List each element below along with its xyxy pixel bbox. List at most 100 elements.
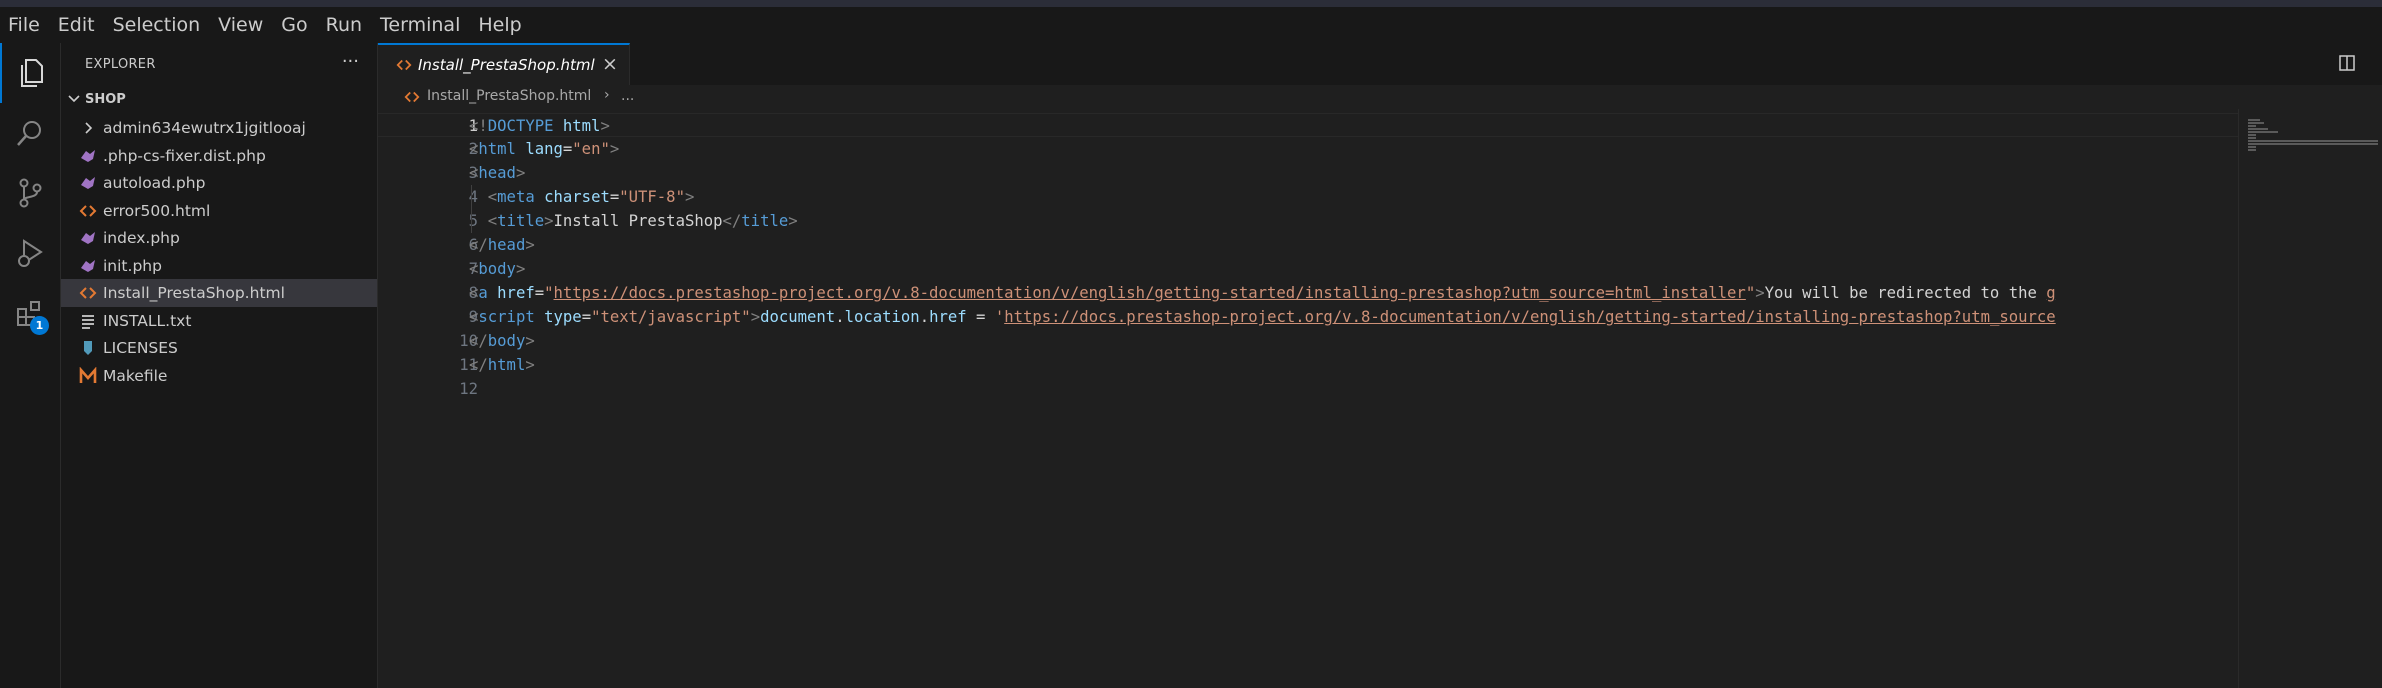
tree-item-admin-folder[interactable]: admin634ewutrx1jgitlooaj [61, 114, 377, 142]
line-number: 12 [459, 380, 478, 398]
code-token: . [835, 308, 845, 326]
code-token: < [469, 164, 479, 182]
extensions-icon[interactable]: 1 [0, 283, 60, 343]
split-editor-icon[interactable] [2338, 54, 2356, 76]
minimap-line [2248, 146, 2256, 148]
tree-item-install-prestashop[interactable]: Install_PrestaShop.html [61, 279, 377, 307]
code-line[interactable]: 4 <meta charset="UTF-8"> [378, 185, 2238, 209]
code-token: < [487, 188, 498, 206]
code-token[interactable]: https://docs.prestashop-project.org/v.8-… [554, 284, 1746, 302]
minimap[interactable] [2238, 109, 2382, 688]
code-line[interactable]: 12 [378, 377, 2238, 401]
html-file-icon [396, 57, 412, 77]
explorer-sidebar: EXPLORER ··· SHOP admin634ewutrx1jgitloo… [61, 43, 378, 688]
menu-view[interactable]: View [209, 7, 272, 43]
code-line[interactable]: 2 <html lang="en"> [378, 137, 2238, 161]
breadcrumb-file[interactable]: Install_PrestaShop.html [427, 88, 591, 104]
tree-item-autoload[interactable]: autoload.php [61, 169, 377, 197]
code-line[interactable]: 3 <head> [378, 161, 2238, 185]
minimap-line [2248, 119, 2260, 121]
code-line[interactable]: 1 <!DOCTYPE html> [378, 113, 2238, 137]
code-editor[interactable]: 1 <!DOCTYPE html> 2 <html lang="en"> 3 <head>… [378, 113, 2238, 688]
code-token[interactable]: g [2046, 284, 2055, 302]
explorer-header: EXPLORER ··· [61, 43, 377, 86]
explorer-icon[interactable] [0, 43, 60, 103]
tree-item-php-cs-fixer[interactable]: .php-cs-fixer.dist.php [61, 142, 377, 170]
tab-bar: Install_PrestaShop.html × [378, 43, 2382, 85]
code-token: "en" [572, 140, 610, 158]
code-line[interactable]: 6 </head> [378, 233, 2238, 257]
tree-item-label: index.php [103, 229, 180, 247]
file-tree: admin634ewutrx1jgitlooaj .php-cs-fixer.d… [61, 114, 377, 389]
tree-item-licenses[interactable]: LICENSES [61, 334, 377, 362]
extensions-badge: 1 [30, 316, 49, 335]
code-token: "text/javascript" [591, 308, 751, 326]
chevron-right-icon [79, 119, 97, 137]
explorer-more-icon[interactable]: ··· [342, 51, 359, 72]
code-token: body [478, 260, 516, 278]
code-text: </head> [469, 233, 535, 257]
makefile-icon [79, 366, 97, 385]
menu-run[interactable]: Run [317, 7, 371, 43]
tree-item-index[interactable]: index.php [61, 224, 377, 252]
tree-item-init[interactable]: init.php [61, 252, 377, 280]
close-icon[interactable]: × [602, 53, 618, 75]
tree-item-label: admin634ewutrx1jgitlooaj [103, 119, 306, 137]
code-token: </ [469, 236, 488, 254]
tab-install-prestashop[interactable]: Install_PrestaShop.html × [378, 43, 630, 85]
code-token: <! [469, 117, 488, 135]
code-token: . [919, 308, 930, 326]
code-token: = [562, 140, 573, 158]
code-token: > [750, 308, 761, 326]
code-text: </html> [469, 353, 535, 377]
code-token: meta [497, 188, 535, 206]
minimap-line [2248, 122, 2264, 124]
tree-item-install-txt[interactable]: INSTALL.txt [61, 307, 377, 335]
line-number: 7 [468, 260, 478, 278]
code-token[interactable]: https://docs.prestashop-project.org/v.8-… [1004, 308, 2055, 326]
line-number: 10 [459, 332, 478, 350]
code-token: You will be redirected to the [1764, 284, 2047, 302]
minimap-line [2248, 128, 2268, 130]
code-line[interactable]: 9 <script type="text/javascript">document… [378, 305, 2238, 329]
menu-file[interactable]: File [0, 7, 49, 43]
tree-item-makefile[interactable]: Makefile [61, 362, 377, 390]
tree-item-error500[interactable]: error500.html [61, 197, 377, 225]
menu-edit[interactable]: Edit [49, 7, 104, 43]
tree-item-label: .php-cs-fixer.dist.php [103, 146, 266, 165]
line-number: 3 [468, 164, 478, 182]
code-line[interactable]: 5 <title>Install PrestaShop</title> [378, 209, 2238, 233]
code-line[interactable]: 10 </body> [378, 329, 2238, 353]
code-token: = [966, 308, 995, 326]
code-line[interactable]: 7 <body> [378, 257, 2238, 281]
line-number: 5 [468, 212, 478, 230]
code-token: < [469, 140, 479, 158]
code-token: head [487, 236, 526, 254]
menu-terminal[interactable]: Terminal [371, 7, 469, 43]
code-token: > [684, 188, 695, 206]
tree-item-label: init.php [103, 256, 162, 275]
code-token: > [525, 356, 535, 374]
minimap-line [2248, 125, 2256, 127]
code-token: html [562, 117, 601, 135]
breadcrumb-symbols[interactable]: ... [621, 88, 634, 104]
source-control-icon[interactable] [0, 163, 60, 223]
tree-item-label: autoload.php [103, 174, 206, 192]
minimap-line [2248, 134, 2256, 136]
tree-item-label: error500.html [103, 201, 211, 220]
code-token: href [497, 284, 535, 302]
code-token: > [600, 117, 610, 135]
line-number: 6 [468, 236, 478, 254]
code-line[interactable]: 8 <a href="https://docs.prestashop-projec… [378, 281, 2238, 305]
search-icon[interactable] [0, 103, 60, 163]
code-line[interactable]: 11 </html> [378, 353, 2238, 377]
breadcrumb: Install_PrestaShop.html › ... [378, 85, 2382, 109]
code-token: = [609, 188, 620, 206]
menu-help[interactable]: Help [469, 7, 530, 43]
menu-selection[interactable]: Selection [104, 7, 210, 43]
workspace-folder[interactable]: SHOP [61, 87, 377, 113]
menu-go[interactable]: Go [272, 7, 316, 43]
code-text: <a href="https://docs.prestashop-project… [469, 281, 2056, 305]
run-debug-icon[interactable] [0, 223, 60, 283]
